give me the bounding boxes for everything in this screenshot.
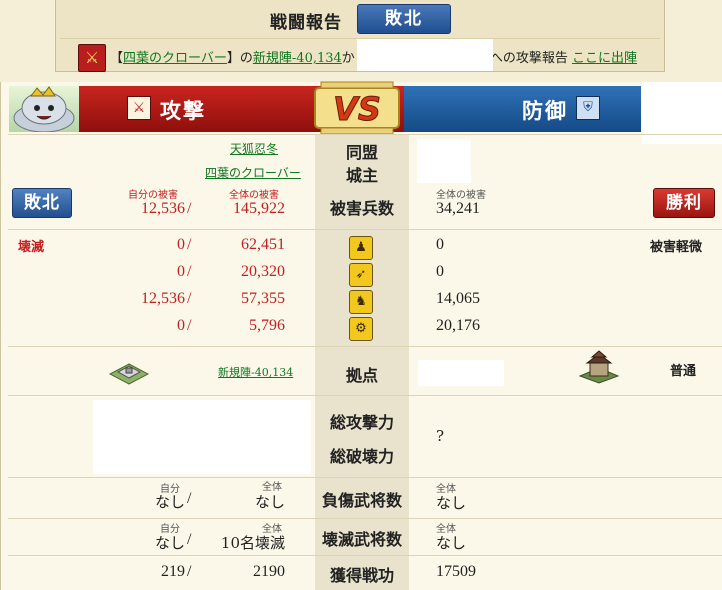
unit-own-loss: 12,536 xyxy=(141,290,185,307)
unit-total-loss: 62,451 xyxy=(241,236,285,253)
total-loss-label: 全体の被害 xyxy=(229,190,279,201)
unit-total-loss: 20,320 xyxy=(241,263,285,280)
defender-unit-loss: 0 xyxy=(436,236,444,253)
row-divider xyxy=(8,555,722,556)
defender-info-redacted xyxy=(417,139,471,183)
attacker-alliance-link[interactable]: 四葉のクローバー xyxy=(205,164,301,181)
unit-own-loss: 0 xyxy=(177,236,185,253)
injured-generals-label: 負傷武将数 xyxy=(321,491,402,510)
message-text: への攻撃報告 xyxy=(489,51,568,66)
total-destruction-label: 総破壊力 xyxy=(329,447,394,466)
attacker-total-loss: 145,922 xyxy=(233,200,285,217)
attacker-injured-all: なし xyxy=(254,493,285,511)
base-label: 拠点 xyxy=(345,366,378,385)
defender-destroyed: なし xyxy=(436,534,467,552)
slash: / xyxy=(187,317,192,334)
bracket-open: 【 xyxy=(110,51,124,66)
base-link[interactable]: 新規陣-40,134 xyxy=(253,51,342,66)
defender-total-loss: 34,241 xyxy=(436,200,480,217)
vs-text: VS xyxy=(333,90,381,128)
defender-unit-loss: 20,176 xyxy=(436,317,480,334)
row-divider xyxy=(8,518,722,519)
attacker-result-badge: 敗北 xyxy=(12,188,72,218)
destroyed-generals-label: 壊滅武将数 xyxy=(321,530,402,549)
attack-swords-icon: ⚔ xyxy=(127,96,151,120)
defender-result-badge: 勝利 xyxy=(653,188,715,218)
defense-helmet-icon: ⛨ xyxy=(576,96,600,120)
attacker-destroyed-all: 10名壊滅 xyxy=(220,534,285,552)
attacker-player-link[interactable]: 天狐忍冬 xyxy=(230,140,278,157)
defender-power: ? xyxy=(436,427,445,445)
cavalry-icon: ♞ xyxy=(349,290,373,314)
defender-unit-loss: 14,065 xyxy=(436,290,480,307)
own-loss-label: 自分の被害 xyxy=(128,190,178,201)
defender-status: 被害軽微 xyxy=(650,240,703,255)
defender-unit-loss: 0 xyxy=(436,263,444,280)
slash: / xyxy=(187,236,192,253)
defender-merit: 17509 xyxy=(436,563,476,580)
attacker-status: 壊滅 xyxy=(18,240,45,255)
unit-own-loss: 0 xyxy=(177,317,185,334)
row-divider xyxy=(8,395,722,396)
alliance-label: 同盟 xyxy=(345,143,378,162)
report-title: 戦闘報告 xyxy=(270,13,342,33)
unit-total-loss: 57,355 xyxy=(241,290,285,307)
attacker-merit-self: 219 xyxy=(161,563,185,580)
slash: / xyxy=(187,563,192,580)
attack-label: 攻撃 xyxy=(160,98,206,123)
alliance-link[interactable]: 四葉のクローバー xyxy=(123,51,227,66)
defender-total-loss-label: 全体の被害 xyxy=(436,190,486,201)
lord-label: 城主 xyxy=(345,166,378,185)
slash: / xyxy=(187,531,192,548)
row-divider xyxy=(8,134,722,135)
spearman-icon: ♟ xyxy=(349,236,373,260)
crossed-swords-icon: ⚔ xyxy=(78,44,106,72)
defender-injured: なし xyxy=(436,494,467,512)
slash: / xyxy=(187,490,192,507)
slash: / xyxy=(187,263,192,280)
defender-castle-icon xyxy=(578,350,620,384)
defender-base-type: 普通 xyxy=(670,364,697,379)
unit-own-loss: 0 xyxy=(177,263,185,280)
row-divider xyxy=(8,477,722,478)
message-text: 】の xyxy=(226,51,253,66)
row-divider xyxy=(8,229,722,230)
sortie-link[interactable]: ここに出陣 xyxy=(572,51,637,66)
attacker-destroyed-self: なし xyxy=(154,534,185,552)
slash: / xyxy=(187,200,192,217)
vs-emblem: VS xyxy=(314,81,400,135)
attacker-merit-all: 2190 xyxy=(253,563,285,580)
attacker-injured-self: なし xyxy=(154,493,185,511)
siege-icon: ⚙ xyxy=(349,317,373,341)
merit-label: 獲得戦功 xyxy=(329,566,394,585)
archer-icon: ➶ xyxy=(349,263,373,287)
battle-result-badge: 敗北 xyxy=(357,4,451,34)
slash: / xyxy=(187,290,192,307)
redacted-target xyxy=(357,39,493,71)
defense-label: 防御 xyxy=(522,98,568,123)
attacker-own-loss: 12,536 xyxy=(141,200,185,217)
total-attack-label: 総攻撃力 xyxy=(329,413,394,432)
attacker-power-redacted xyxy=(93,400,311,474)
casualties-label: 被害兵数 xyxy=(329,199,394,218)
row-divider xyxy=(8,346,722,347)
defender-base-redacted xyxy=(418,360,504,386)
attacker-camp-icon xyxy=(108,363,150,385)
attacker-base-link[interactable]: 新規陣-40,134 xyxy=(218,364,293,380)
attacker-avatar xyxy=(9,86,79,132)
unit-total-loss: 5,796 xyxy=(249,317,285,334)
